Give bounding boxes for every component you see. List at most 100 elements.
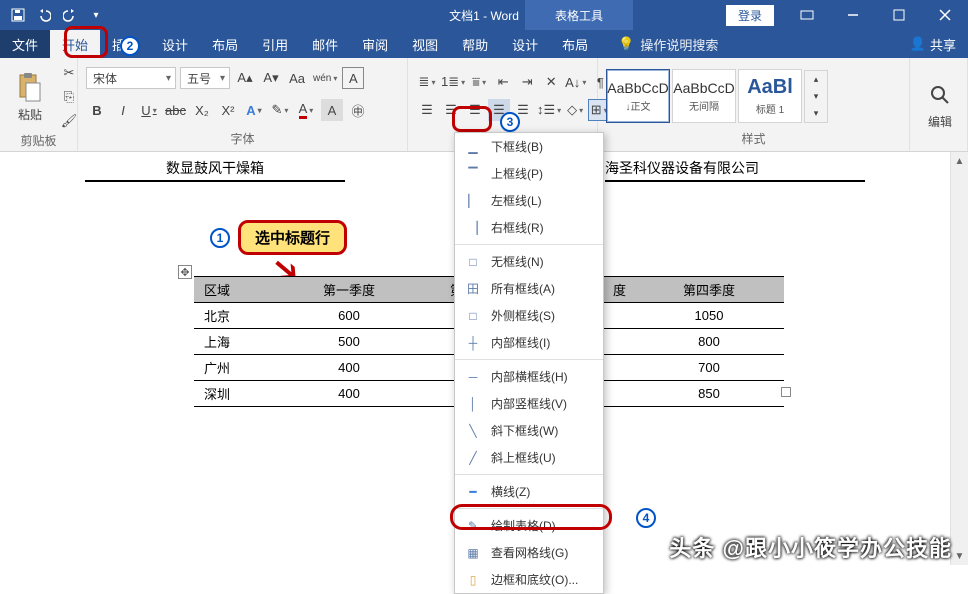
menu-horizontal-line[interactable]: ━横线(Z) [455, 478, 603, 505]
line-spacing-icon[interactable]: ↕☰ [536, 99, 562, 121]
multilevel-list-icon[interactable]: ⩸ [468, 71, 490, 93]
share-icon: 👤 [910, 36, 926, 52]
style-gallery-down-icon[interactable]: ▾ [805, 88, 827, 105]
italic-button[interactable]: I [112, 99, 134, 121]
menu-draw-table[interactable]: ✎绘制表格(D) [455, 512, 603, 539]
menu-diagonal-down[interactable]: ╲斜下框线(W) [455, 417, 603, 444]
menu-bottom-border[interactable]: ▁下框线(B) [455, 133, 603, 160]
style-name: 无间隔 [689, 98, 719, 113]
menu-left-border[interactable]: ▏左框线(L) [455, 187, 603, 214]
editing-button[interactable]: 编辑 [918, 75, 962, 134]
grow-font-icon[interactable]: A▴ [234, 67, 256, 89]
menu-inside-h-border[interactable]: ─内部横框线(H) [455, 363, 603, 390]
underline-button[interactable]: U [138, 99, 160, 121]
redo-icon[interactable] [58, 3, 82, 27]
style-gallery-more-icon[interactable]: ▾ [805, 105, 827, 122]
table-resize-handle[interactable] [781, 387, 791, 397]
shading-icon[interactable]: ◇ [564, 99, 586, 121]
paste-button[interactable]: 粘贴 [8, 68, 52, 127]
phonetic-guide-icon[interactable]: wén [312, 67, 338, 89]
maximize-icon[interactable] [876, 0, 922, 30]
shrink-font-icon[interactable]: A▾ [260, 67, 282, 89]
align-right-icon[interactable]: ☰ [464, 99, 486, 121]
superscript-button[interactable]: X² [217, 99, 239, 121]
menubar: 文件 开始 插入 设计 布局 引用 邮件 审阅 视图 帮助 设计 布局 💡 操作… [0, 30, 968, 58]
undo-icon[interactable] [32, 3, 56, 27]
sort-icon[interactable]: A↓ [564, 71, 587, 93]
table-header: 区域 [194, 277, 284, 303]
menu-inside-v-border[interactable]: │内部竖框线(V) [455, 390, 603, 417]
close-icon[interactable] [922, 0, 968, 30]
strike-button[interactable]: abc [164, 99, 187, 121]
tab-table-design[interactable]: 设计 [500, 30, 550, 58]
menu-inside-borders[interactable]: ┼内部框线(I) [455, 329, 603, 356]
share-button[interactable]: 👤 共享 [910, 35, 956, 54]
tab-layout[interactable]: 布局 [200, 30, 250, 58]
style-preview: AaBbCcD [673, 80, 734, 96]
find-icon [924, 79, 956, 111]
scroll-up-icon[interactable]: ▲ [951, 152, 968, 170]
numbering-icon[interactable]: 1≣ [440, 71, 466, 93]
increase-indent-icon[interactable]: ⇥ [516, 71, 538, 93]
login-button[interactable]: 登录 [726, 5, 774, 26]
decrease-indent-icon[interactable]: ⇤ [492, 71, 514, 93]
highlight-color-icon[interactable]: ✎ [269, 99, 291, 121]
format-painter-icon[interactable]: 🖌 [58, 110, 80, 132]
subscript-button[interactable]: X₂ [191, 99, 213, 121]
table-move-handle[interactable]: ✥ [178, 265, 192, 279]
menu-top-border[interactable]: ▔上框线(P) [455, 160, 603, 187]
step-badge-1: 1 [210, 228, 230, 248]
align-center-icon[interactable]: ☰ [440, 99, 462, 121]
bold-button[interactable]: B [86, 99, 108, 121]
menu-borders-and-shading[interactable]: ▯边框和底纹(O)... [455, 566, 603, 593]
lightbulb-icon: 💡 [618, 36, 634, 52]
vertical-scrollbar[interactable]: ▲ ▼ [950, 152, 968, 565]
scroll-down-icon[interactable]: ▼ [951, 547, 968, 565]
tab-design[interactable]: 设计 [150, 30, 200, 58]
menu-view-gridlines[interactable]: ▦查看网格线(G) [455, 539, 603, 566]
ribbon-display-icon[interactable] [784, 0, 830, 30]
step-badge-3: 3 [500, 112, 520, 132]
text-effects-icon[interactable]: A [243, 99, 265, 121]
menu-outside-borders[interactable]: □外侧框线(S) [455, 302, 603, 329]
minimize-icon[interactable] [830, 0, 876, 30]
cut-icon[interactable]: ✂ [58, 62, 80, 84]
grid-icon: ▦ [465, 545, 481, 561]
doc-top-right: 海圣科仪器设备有限公司 [605, 158, 865, 182]
border-icon: ▕ [465, 220, 481, 236]
pencil-icon: ✎ [465, 518, 481, 534]
titlebar: ▾ 文档1 - Word 表格工具 登录 [0, 0, 968, 30]
border-icon: ┼ [465, 335, 481, 351]
align-left-icon[interactable]: ☰ [416, 99, 438, 121]
tab-view[interactable]: 视图 [400, 30, 450, 58]
menu-right-border[interactable]: ▕右框线(R) [455, 214, 603, 241]
style-normal[interactable]: AaBbCcD ↓正文 [606, 69, 670, 123]
bullets-icon[interactable]: ≣ [416, 71, 438, 93]
font-name-select[interactable]: 宋体 [86, 67, 176, 89]
tab-help[interactable]: 帮助 [450, 30, 500, 58]
font-color-icon[interactable]: A [295, 99, 317, 121]
tab-review[interactable]: 审阅 [350, 30, 400, 58]
save-icon[interactable] [6, 3, 30, 27]
font-size-select[interactable]: 五号 [180, 67, 230, 89]
tab-mailings[interactable]: 邮件 [300, 30, 350, 58]
tab-file[interactable]: 文件 [0, 30, 50, 58]
character-border-icon[interactable]: A [342, 67, 364, 89]
character-shading-icon[interactable]: A [321, 99, 343, 121]
menu-all-borders[interactable]: 田所有框线(A) [455, 275, 603, 302]
style-heading1[interactable]: AaBl 标题 1 [738, 69, 802, 123]
menu-diagonal-up[interactable]: ╱斜上框线(U) [455, 444, 603, 471]
style-no-spacing[interactable]: AaBbCcD 无间隔 [672, 69, 736, 123]
copy-icon[interactable]: ⎘ [58, 86, 80, 108]
enclose-characters-icon[interactable]: ㊥ [347, 99, 369, 121]
tab-references[interactable]: 引用 [250, 30, 300, 58]
qat-more-icon[interactable]: ▾ [84, 3, 108, 27]
tell-me-search[interactable]: 💡 操作说明搜索 [618, 35, 718, 54]
tab-home[interactable]: 开始 [50, 30, 100, 58]
tab-table-layout[interactable]: 布局 [550, 30, 600, 58]
change-case-icon[interactable]: Aa [286, 67, 308, 89]
menu-no-border[interactable]: □无框线(N) [455, 248, 603, 275]
style-gallery-up-icon[interactable]: ▴ [805, 71, 827, 88]
border-icon: 田 [465, 281, 481, 297]
asian-layout-icon[interactable]: ✕ [540, 71, 562, 93]
